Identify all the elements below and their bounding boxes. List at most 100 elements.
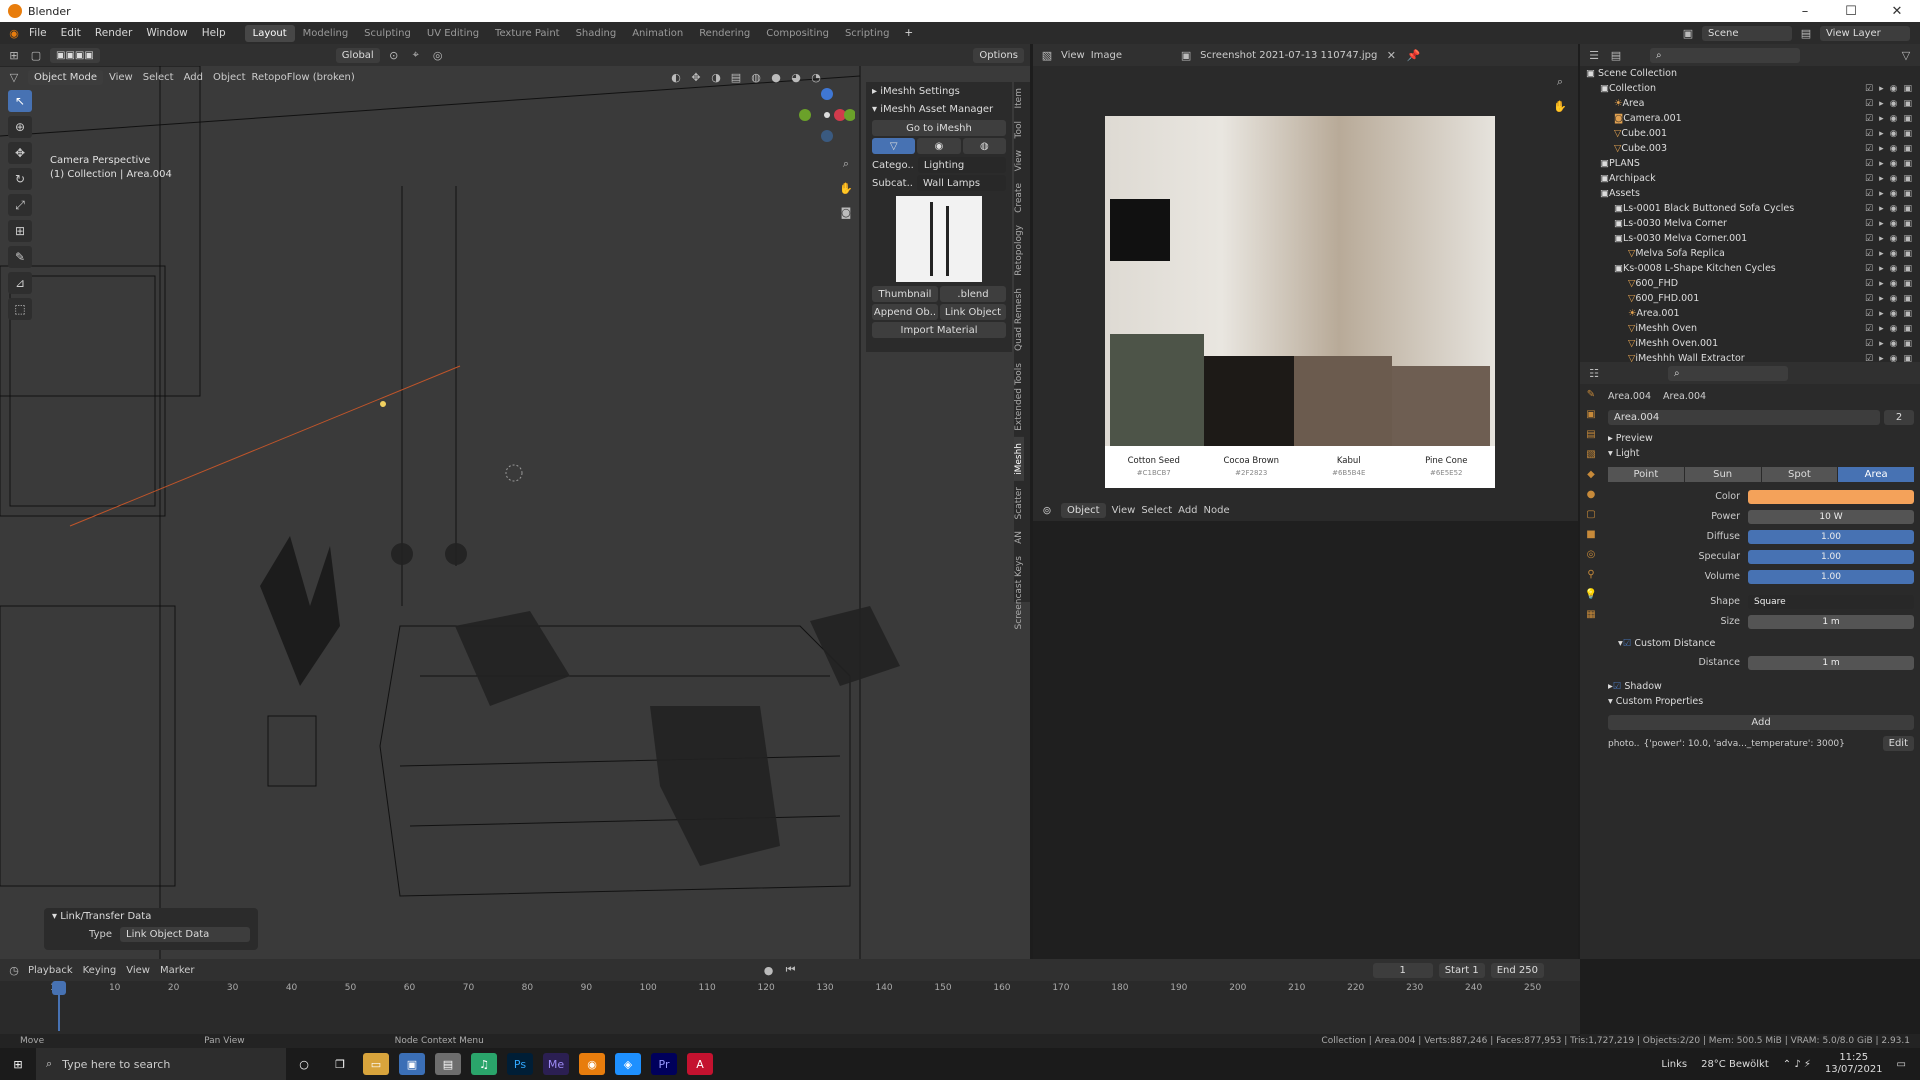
frame-ruler[interactable]: 1102030405060708090100110120130140150160… [0,981,1560,997]
outliner-row[interactable]: ▽ 600_FHD.001 ☑ ▸ ◉ ▣ [1580,291,1920,306]
clock-date[interactable]: 13/07/2021 [1825,1064,1883,1076]
start-frame[interactable]: Start 1 [1438,962,1485,978]
node-view-menu[interactable]: View [1112,505,1136,516]
visibility-toggles-icon[interactable]: ☑ ▸ ◉ ▣ [1865,174,1912,184]
light-type-sun[interactable]: Sun [1684,467,1761,482]
asset-thumbnail[interactable] [896,196,982,282]
image-pan-icon[interactable]: ✋ [1552,98,1568,114]
imeshh-manager-header[interactable]: ▾ iMeshh Asset Manager [866,100,1012,118]
sidebar-tab-extended-tools[interactable]: Extended Tools [1014,357,1024,437]
acrobat-icon[interactable]: A [687,1053,713,1075]
visibility-toggles-icon[interactable]: ☑ ▸ ◉ ▣ [1865,234,1912,244]
image-filename[interactable]: Screenshot 2021-07-13 110747.jpg [1200,50,1377,61]
category-dropdown[interactable]: Lighting [917,157,1006,173]
menu-help[interactable]: Help [195,27,233,39]
power-field[interactable]: 10 W [1748,509,1914,524]
outliner[interactable]: ☰ ▤ ⌕ ▽ ▣ Scene Collection ▣ Collection ☑… [1580,44,1920,364]
light-panel[interactable]: ▾ Light [1608,446,1914,461]
outliner-row[interactable]: ◙ Camera.001 ☑ ▸ ◉ ▣ [1580,111,1920,126]
outliner-row[interactable]: ▣ PLANS ☑ ▸ ◉ ▣ [1580,156,1920,171]
materials-tab-icon[interactable]: ◉ [917,138,961,154]
diffuse-field[interactable]: 1.00 [1748,529,1914,544]
filter-icon[interactable]: ▽ [1898,47,1914,63]
node-tree-type[interactable]: Object [1061,502,1106,518]
edit-property-button[interactable]: Edit [1882,736,1914,751]
add-workspace-icon[interactable]: + [897,27,920,39]
timeline-menu-keying[interactable]: Keying [83,965,117,976]
spotify-icon[interactable]: ♫ [471,1053,497,1075]
light-type-area[interactable]: Area [1838,467,1914,482]
clock-time[interactable]: 11:25 [1825,1052,1883,1064]
workspace-tab-uv-editing[interactable]: UV Editing [419,25,487,42]
windows-start-icon[interactable]: ⊞ [5,1053,31,1075]
visibility-toggles-icon[interactable]: ☑ ▸ ◉ ▣ [1865,84,1912,94]
mode-selector[interactable]: Object Mode [28,69,103,85]
close-icon[interactable]: ✕ [1874,4,1920,19]
imeshh-settings-header[interactable]: ▸ iMeshh Settings [866,82,1012,100]
visibility-toggles-icon[interactable]: ☑ ▸ ◉ ▣ [1865,264,1912,274]
visibility-toggles-icon[interactable]: ☑ ▸ ◉ ▣ [1865,309,1912,319]
sidebar-tab-imeshh[interactable]: iMeshh [1014,436,1024,481]
rendered-shading-icon[interactable]: ◔ [808,69,824,85]
camera-view-icon[interactable]: ◙ [838,204,854,220]
editor-type-icon[interactable]: ⊞ [6,47,22,63]
menu-file[interactable]: File [22,27,54,39]
scene-props-icon[interactable]: ◆ [1580,464,1602,484]
image-close-icon[interactable]: ✕ [1383,47,1399,63]
rotate-tool-icon[interactable]: ↻ [8,168,32,190]
visibility-toggles-icon[interactable]: ☑ ▸ ◉ ▣ [1865,204,1912,214]
workspace-tab-texture-paint[interactable]: Texture Paint [487,25,568,42]
menu-window[interactable]: Window [139,27,194,39]
visibility-toggles-icon[interactable]: ☑ ▸ ◉ ▣ [1865,294,1912,304]
tool-props-icon[interactable]: ✎ [1580,384,1602,404]
outliner-row[interactable]: ▣ Ls-0030 Melva Corner.001 ☑ ▸ ◉ ▣ [1580,231,1920,246]
scene-icon[interactable]: ▣ [1680,25,1696,41]
orientation-selector[interactable]: Global [335,47,380,63]
visibility-toggles-icon[interactable]: ☑ ▸ ◉ ▣ [1865,189,1912,199]
outliner-row[interactable]: ▣ Ls-0001 Black Buttoned Sofa Cycles ☑ ▸ ◉ ▣ [1580,201,1920,216]
image-view-menu[interactable]: View [1061,50,1085,61]
links-toolbar[interactable]: Links [1661,1059,1687,1070]
import-material-button[interactable]: Import Material [872,322,1006,338]
light-color-swatch[interactable] [1748,489,1914,504]
image-zoom-icon[interactable]: ⌕ [1552,74,1568,90]
object-props-icon[interactable]: ■ [1580,524,1602,544]
outliner-row[interactable]: ▽ Cube.001 ☑ ▸ ◉ ▣ [1580,126,1920,141]
app-icon-3[interactable]: ◈ [615,1053,641,1075]
object-mode-icon[interactable]: ▽ [6,69,22,85]
workspace-tab-scripting[interactable]: Scripting [837,25,897,42]
render-props-icon[interactable]: ▣ [1580,404,1602,424]
viewport-menu-select[interactable]: Select [143,72,174,83]
sidebar-tab-view[interactable]: View [1014,144,1024,177]
viewport-options[interactable]: Options [973,47,1024,63]
preview-panel[interactable]: ▸ Preview [1608,431,1914,446]
outliner-row[interactable]: ▣ Archipack ☑ ▸ ◉ ▣ [1580,171,1920,186]
sidebar-tab-item[interactable]: Item [1014,82,1024,115]
outliner-row[interactable]: ▣ Assets ☑ ▸ ◉ ▣ [1580,186,1920,201]
app-icon-2[interactable]: ▤ [435,1053,461,1075]
outliner-row[interactable]: ☀ Area.001 ☑ ▸ ◉ ▣ [1580,306,1920,321]
move-tool-icon[interactable]: ✥ [8,142,32,164]
retopoflow-menu[interactable]: RetopoFlow (broken) [252,72,355,83]
premiere-icon[interactable]: Pr [651,1053,677,1075]
record-icon[interactable]: ● [761,962,777,978]
transform-tool-icon[interactable]: ⊞ [8,220,32,242]
timeline-type-icon[interactable]: ◷ [6,962,22,978]
view-layer-props-icon[interactable]: ▧ [1580,444,1602,464]
snap-icon[interactable]: ⌖ [408,47,424,63]
goto-imeshh-button[interactable]: Go to iMeshh [872,120,1006,136]
maximize-icon[interactable]: ☐ [1828,4,1874,19]
visibility-toggles-icon[interactable]: ☑ ▸ ◉ ▣ [1865,114,1912,124]
texture-props-icon[interactable]: ▦ [1580,604,1602,624]
pin-icon[interactable]: 📌 [1405,47,1421,63]
workspace-tab-animation[interactable]: Animation [624,25,691,42]
outliner-row[interactable]: ▣ Collection ☑ ▸ ◉ ▣ [1580,81,1920,96]
blend-button[interactable]: .blend [940,286,1006,302]
viewport-menu-view[interactable]: View [109,72,133,83]
viewport-menu-add[interactable]: Add [184,72,203,83]
sidebar-tab-retopology[interactable]: Retopology [1014,219,1024,282]
image-browse-icon[interactable]: ▣ [1178,47,1194,63]
zoom-icon[interactable]: ⌕ [838,156,854,172]
thumbnail-button[interactable]: Thumbnail [872,286,938,302]
wireframe-shading-icon[interactable]: ◍ [748,69,764,85]
